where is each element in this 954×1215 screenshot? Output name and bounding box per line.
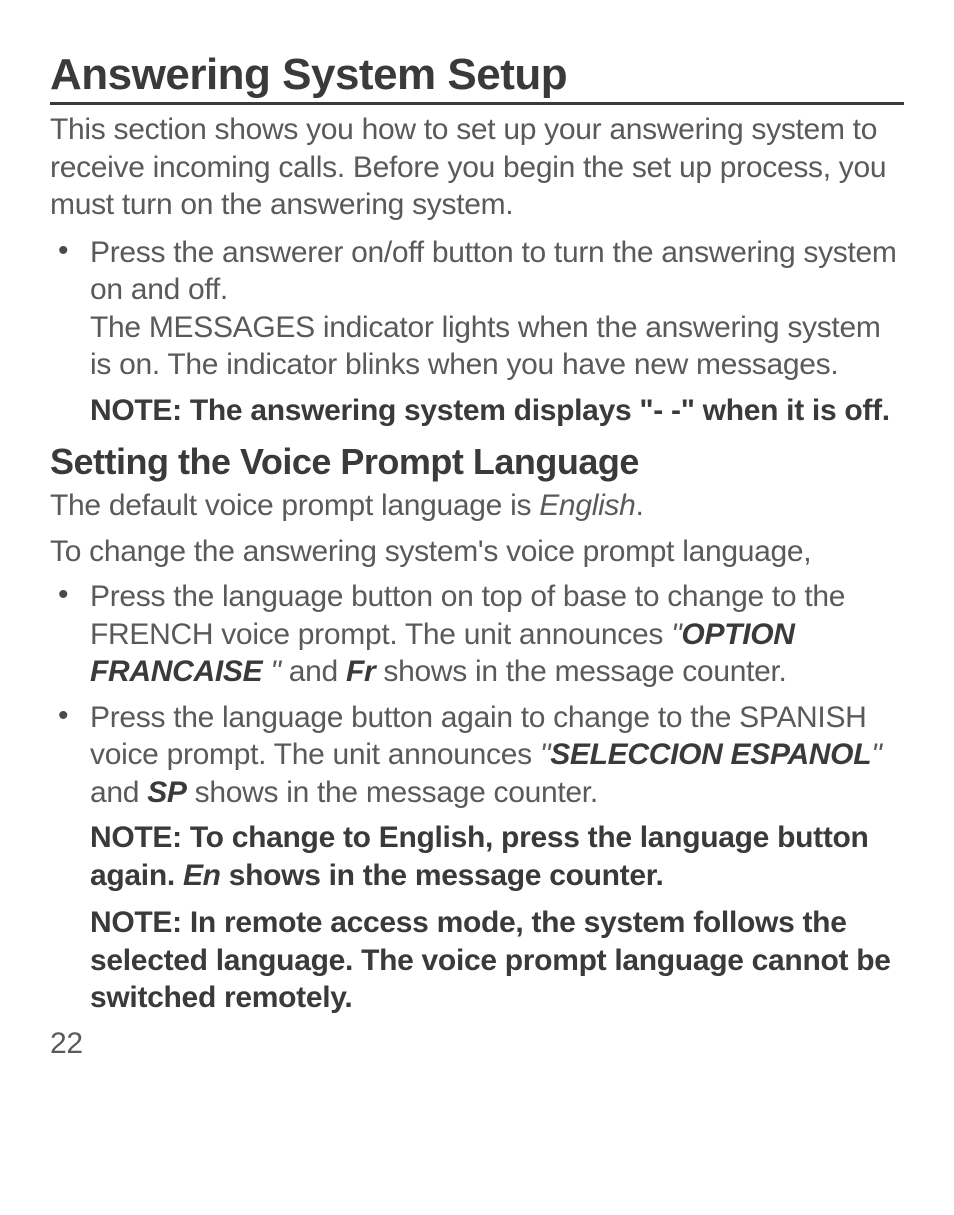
emphasis-text: Fr [346,655,375,688]
intro-paragraph: This section shows you how to set up you… [50,111,904,224]
text-fragment: shows in the message counter. [375,655,786,688]
emphasis-text: SELECCION ESPANOL [550,738,871,771]
text-fragment: shows in the message counter. [187,776,598,809]
quote-mark: " [871,738,881,771]
bullet-list-1: Press the answerer on/off button to turn… [50,234,904,384]
note-text: NOTE: To change to English, press the la… [50,819,904,894]
text-fragment: and [289,655,346,688]
emphasis-text: SP [147,776,186,809]
list-item: Press the answerer on/off button to turn… [50,234,904,384]
change-instruction-text: To change the answering system's voice p… [50,533,904,571]
note-text: NOTE: In remote access mode, the system … [50,904,904,1017]
default-language-text: The default voice prompt language is Eng… [50,487,904,525]
bullet-subtext: The MESSAGES indicator lights when the a… [90,309,904,384]
page-title: Answering System Setup [50,50,904,105]
page-number: 22 [50,1027,904,1061]
emphasis-text: English [539,489,635,522]
emphasis-text: En [183,859,221,892]
text-fragment: The default voice prompt language is [50,489,539,522]
text-fragment: and [90,776,147,809]
bullet-text: Press the answerer on/off button to turn… [90,234,904,309]
bullet-text: Press the language button again to chang… [90,699,904,812]
quote-mark: " [540,738,550,771]
quote-mark: " [671,618,681,651]
text-fragment: . [636,489,644,522]
note-text: NOTE: The answering system displays "- -… [50,392,904,430]
bullet-text: Press the language button on top of base… [90,578,904,691]
list-item: Press the language button again to chang… [50,699,904,812]
section-heading: Setting the Voice Prompt Language [50,441,904,483]
quote-mark: " [270,655,288,688]
bullet-list-2: Press the language button on top of base… [50,578,904,811]
list-item: Press the language button on top of base… [50,578,904,691]
text-fragment: shows in the message counter. [221,859,664,892]
